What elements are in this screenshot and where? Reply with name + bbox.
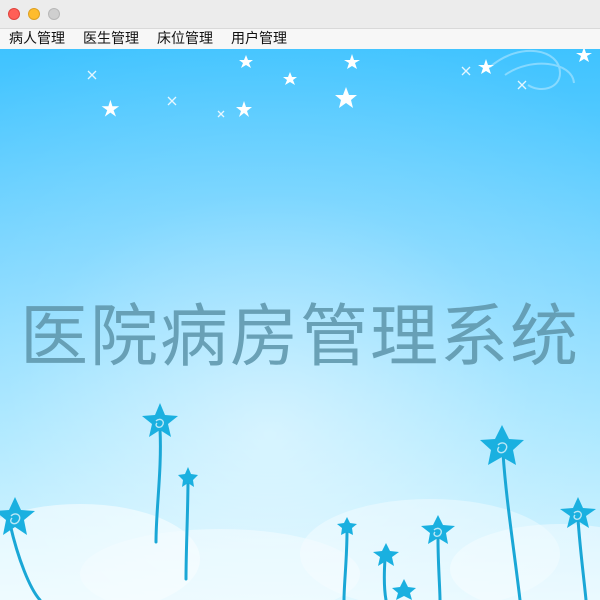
close-icon[interactable] [8, 8, 20, 20]
menu-bed-management[interactable]: 床位管理 [148, 29, 222, 49]
zoom-icon[interactable] [48, 8, 60, 20]
menu-doctor-management[interactable]: 医生管理 [74, 29, 148, 49]
minimize-icon[interactable] [28, 8, 40, 20]
menu-bar: 病人管理 医生管理 床位管理 用户管理 [0, 29, 600, 49]
title-bar [0, 0, 600, 29]
menu-patient-management[interactable]: 病人管理 [0, 29, 74, 49]
main-background: 医院病房管理系统 [0, 49, 600, 600]
menu-user-management[interactable]: 用户管理 [222, 29, 296, 49]
app-window: 病人管理 医生管理 床位管理 用户管理 医院病房管理系统 [0, 0, 600, 600]
app-title: 医院病房管理系统 [19, 298, 580, 377]
